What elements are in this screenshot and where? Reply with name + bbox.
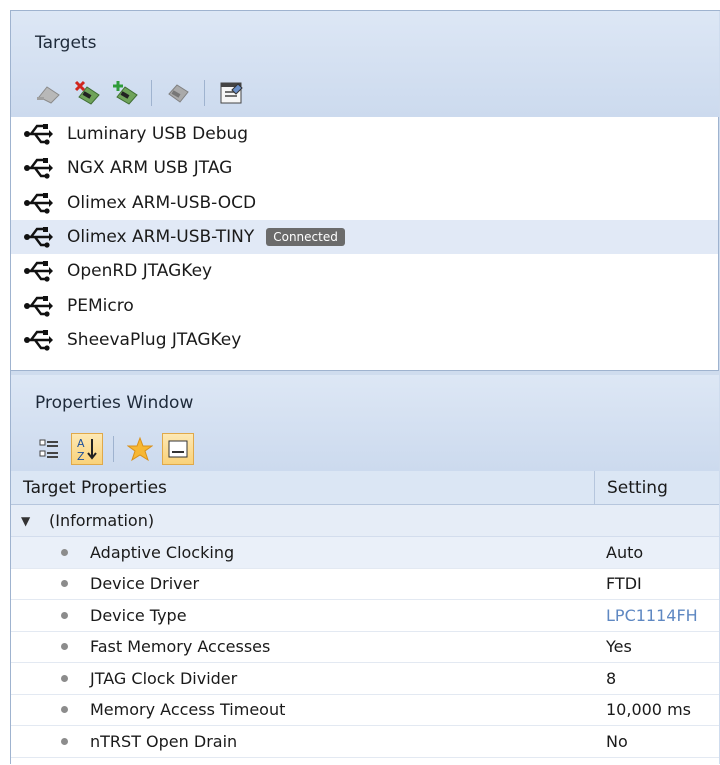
targets-panel-header: Targets (11, 11, 719, 117)
disconnect-icon[interactable] (71, 77, 103, 109)
target-item-label: SheevaPlug JTAGKey (67, 329, 242, 350)
target-item[interactable]: OpenRD JTAGKey (11, 254, 718, 288)
properties-panel-header: Properties Window AZ (11, 375, 719, 471)
property-row[interactable]: Device Driver FTDI (11, 569, 719, 600)
target-item[interactable]: NGX ARM USB JTAG (11, 151, 718, 185)
target-item-label: NGX ARM USB JTAG (67, 158, 233, 179)
property-pages-icon[interactable] (162, 433, 194, 465)
target-item-selected[interactable]: Olimex ARM-USB-TINY Connected (11, 219, 718, 255)
target-item[interactable]: Luminary USB Debug (11, 117, 718, 151)
property-row[interactable]: nTRST Open Drain No (11, 726, 719, 758)
toolbar-separator (113, 436, 114, 462)
connected-status-badge: Connected (266, 228, 345, 247)
property-name: Fast Memory Accesses (90, 637, 271, 657)
debug-panels: Targets Luminary USB Debug NGX ARM USB J… (10, 10, 720, 765)
bullet-icon (61, 706, 68, 714)
usb-icon (24, 124, 53, 145)
property-value[interactable]: No (598, 732, 719, 751)
target-list: Luminary USB Debug NGX ARM USB JTAG Olim… (11, 117, 719, 371)
property-value[interactable]: 8 (598, 669, 719, 688)
properties-title: Properties Window (35, 393, 194, 413)
property-row[interactable]: Adaptive Clocking Auto (11, 537, 719, 569)
bullet-icon (61, 674, 68, 682)
target-properties-icon[interactable] (215, 77, 247, 109)
bullet-icon (61, 548, 68, 556)
property-row[interactable]: Device Type LPC1114FH (11, 600, 719, 632)
favorites-star-icon[interactable] (124, 433, 156, 465)
target-item-label: Olimex ARM-USB-TINY (67, 227, 255, 248)
property-value[interactable]: 10,000 ms (598, 700, 719, 719)
svg-text:Z: Z (77, 450, 85, 462)
bullet-icon (61, 737, 68, 745)
usb-icon (24, 192, 53, 214)
categorized-icon[interactable] (33, 433, 65, 465)
targets-title: Targets (35, 33, 97, 53)
target-item[interactable]: SheevaPlug JTAGKey (11, 323, 718, 357)
target-item-label: Luminary USB Debug (67, 124, 249, 145)
properties-toolbar: AZ (33, 433, 194, 465)
property-grid-header: Target Properties Setting (11, 471, 719, 505)
property-name: Adaptive Clocking (90, 542, 235, 562)
usb-icon (24, 227, 53, 248)
sort-alphabetical-icon[interactable]: AZ (71, 433, 103, 465)
toolbar-separator (151, 80, 152, 106)
usb-icon (24, 261, 53, 282)
property-row[interactable]: Fast Memory Accesses Yes (11, 632, 719, 663)
bullet-icon (61, 580, 68, 588)
collapse-arrow-icon[interactable]: ▼ (21, 514, 35, 528)
usb-icon (24, 329, 53, 351)
targets-toolbar (33, 77, 247, 109)
bullet-icon (61, 643, 68, 651)
property-name: JTAG Clock Divider (90, 668, 238, 688)
usb-icon (24, 295, 53, 317)
property-name: Memory Access Timeout (90, 700, 286, 720)
target-item-label: PEMicro (67, 295, 134, 316)
property-grid: Target Properties Setting ▼ (Information… (11, 471, 719, 765)
property-name: Device Type (90, 605, 187, 625)
svg-text:A: A (77, 437, 85, 450)
target-item-label: OpenRD JTAGKey (67, 261, 213, 282)
reset-icon[interactable] (162, 77, 194, 109)
column-header-target-properties[interactable]: Target Properties (11, 471, 595, 504)
connect-icon[interactable] (33, 77, 65, 109)
target-item[interactable]: PEMicro (11, 288, 718, 322)
toolbar-separator (204, 80, 205, 106)
property-group-information[interactable]: ▼ (Information) (11, 505, 719, 537)
target-item[interactable]: Olimex ARM-USB-OCD (11, 186, 718, 220)
bullet-icon (61, 611, 68, 619)
property-value[interactable]: Auto (598, 543, 719, 562)
property-value[interactable]: FTDI (598, 574, 719, 593)
property-name: Device Driver (90, 574, 200, 594)
property-row[interactable]: JTAG Clock Divider 8 (11, 663, 719, 695)
target-item-label: Olimex ARM-USB-OCD (67, 192, 257, 213)
property-value[interactable]: Yes (598, 637, 719, 656)
usb-icon (24, 158, 53, 180)
property-name: nTRST Open Drain (90, 731, 238, 751)
column-header-setting[interactable]: Setting (595, 478, 668, 498)
group-label: (Information) (49, 511, 155, 530)
new-target-icon[interactable] (109, 77, 141, 109)
property-value[interactable]: LPC1114FH (598, 606, 719, 625)
property-row[interactable]: Memory Access Timeout 10,000 ms (11, 695, 719, 726)
